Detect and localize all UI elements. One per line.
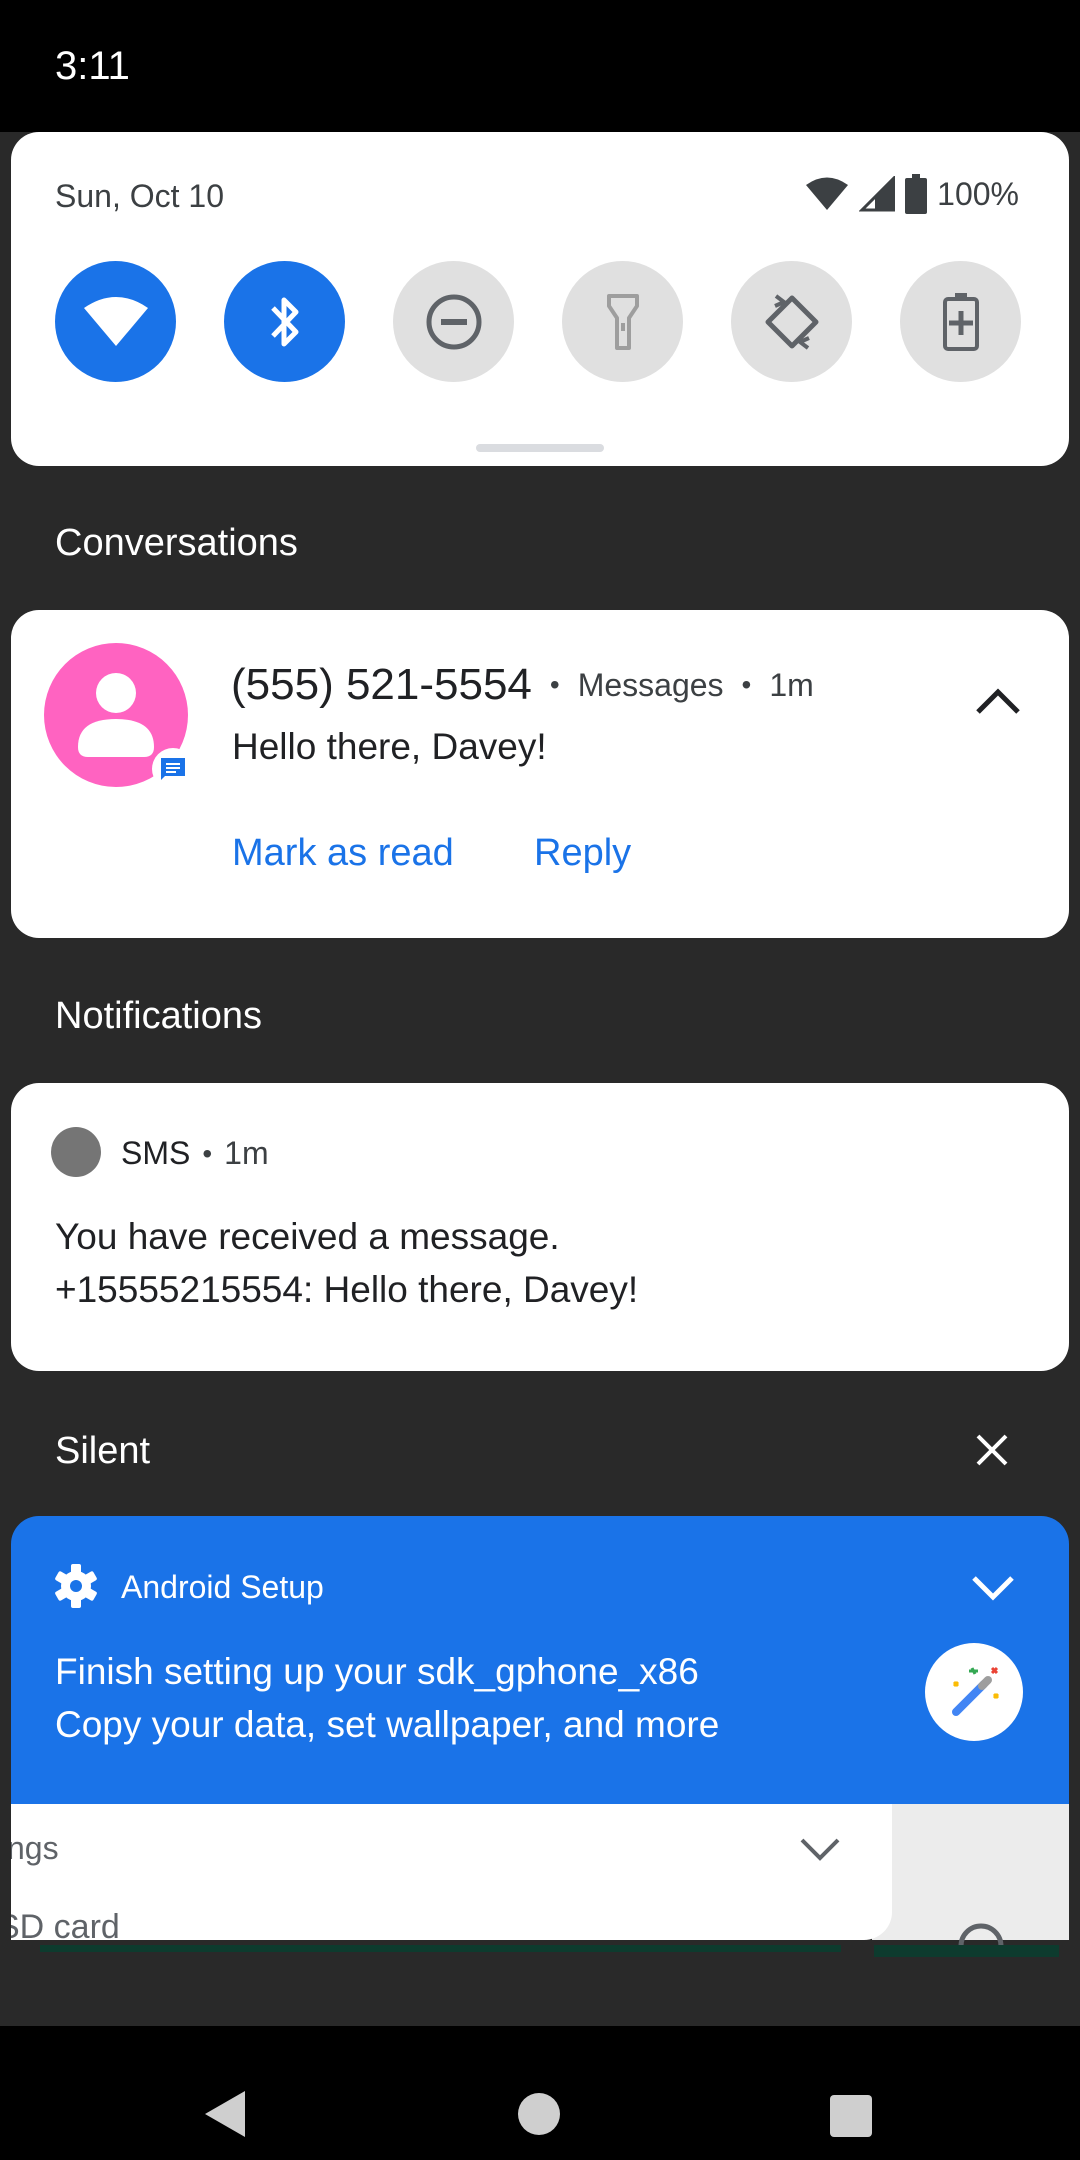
sms-notification[interactable]: SMS • 1m You have received a message. +1… bbox=[11, 1083, 1069, 1371]
qs-drag-handle[interactable] bbox=[476, 444, 604, 452]
setup-title: Finish setting up your sdk_gphone_x86 bbox=[55, 1651, 699, 1692]
stacked-progress-bar-secondary bbox=[874, 1945, 1059, 1957]
status-bar: 3:11 bbox=[0, 0, 1080, 132]
status-clock: 3:11 bbox=[55, 44, 130, 88]
battery-icon bbox=[905, 174, 928, 214]
do-not-disturb-tile[interactable] bbox=[393, 261, 514, 382]
stacked-notification-text: SD card bbox=[11, 1908, 120, 1940]
sms-app-icon bbox=[51, 1127, 101, 1177]
recents-icon[interactable] bbox=[830, 2095, 872, 2137]
section-title-notifications: Notifications bbox=[55, 995, 262, 1037]
quick-settings-panel: Sun, Oct 10 100% bbox=[11, 132, 1069, 466]
back-icon[interactable] bbox=[203, 2089, 247, 2139]
collapse-chevron-icon[interactable] bbox=[968, 670, 1028, 730]
cell-signal-icon bbox=[859, 176, 896, 212]
section-title-silent: Silent bbox=[55, 1430, 151, 1472]
close-icon[interactable] bbox=[972, 1430, 1012, 1470]
flashlight-tile[interactable] bbox=[562, 261, 683, 382]
sms-app-name: SMS bbox=[121, 1135, 191, 1171]
conversation-notification[interactable]: (555) 521-5554 • Messages • 1m Hello the… bbox=[11, 610, 1069, 938]
conversation-message: Hello there, Davey! bbox=[232, 726, 547, 767]
settings-gear-icon bbox=[953, 1918, 1009, 1948]
section-title-conversations: Conversations bbox=[55, 522, 298, 564]
setup-body: Copy your data, set wallpaper, and more bbox=[55, 1704, 720, 1745]
stacked-notification-title: ngs bbox=[11, 1830, 59, 1866]
sms-body: +15555215554: Hello there, Davey! bbox=[55, 1269, 639, 1310]
separator-dot: • bbox=[741, 669, 752, 700]
gear-icon bbox=[55, 1564, 97, 1608]
separator-dot: • bbox=[202, 1137, 213, 1169]
android-setup-notification[interactable]: Android Setup Finish setting up your sdk… bbox=[11, 1516, 1069, 1804]
conversation-sender: (555) 521-5554 bbox=[231, 660, 532, 709]
bluetooth-tile[interactable] bbox=[224, 261, 345, 382]
qs-date: Sun, Oct 10 bbox=[55, 178, 224, 214]
wifi-tile[interactable] bbox=[55, 261, 176, 382]
battery-percentage: 100% bbox=[937, 175, 1019, 212]
sms-title: You have received a message. bbox=[55, 1216, 560, 1257]
wifi-icon bbox=[83, 296, 148, 346]
qs-status-icons: 100% bbox=[805, 172, 1019, 216]
do-not-disturb-icon bbox=[426, 294, 481, 349]
sms-header: SMS • 1m bbox=[121, 1135, 269, 1172]
stacked-progress-bar bbox=[40, 1945, 841, 1952]
bluetooth-icon bbox=[270, 297, 298, 346]
conversation-time: 1m bbox=[769, 666, 814, 703]
reply-button[interactable]: Reply bbox=[534, 832, 631, 875]
auto-rotate-tile[interactable] bbox=[731, 261, 852, 382]
setup-app-name: Android Setup bbox=[121, 1569, 324, 1605]
messages-badge-icon bbox=[152, 748, 194, 790]
mark-as-read-button[interactable]: Mark as read bbox=[232, 832, 454, 875]
conversation-header: (555) 521-5554 • Messages • 1m bbox=[231, 660, 814, 710]
battery-saver-tile[interactable] bbox=[900, 261, 1021, 382]
expand-chevron-icon[interactable] bbox=[968, 1568, 1018, 1608]
magic-wand-icon bbox=[925, 1643, 1023, 1741]
conversation-app: Messages bbox=[577, 666, 724, 703]
home-icon[interactable] bbox=[518, 2093, 560, 2135]
wifi-signal-icon bbox=[806, 177, 849, 210]
separator-dot: • bbox=[549, 669, 560, 700]
sms-time: 1m bbox=[224, 1135, 269, 1171]
battery-saver-icon bbox=[942, 292, 979, 351]
navigation-bar bbox=[0, 2026, 1080, 2160]
stacked-notification[interactable]: ngs SD card bbox=[11, 1804, 892, 1940]
auto-rotate-icon bbox=[765, 293, 818, 350]
chevron-down-icon[interactable] bbox=[796, 1830, 844, 1870]
flashlight-icon bbox=[606, 293, 639, 350]
